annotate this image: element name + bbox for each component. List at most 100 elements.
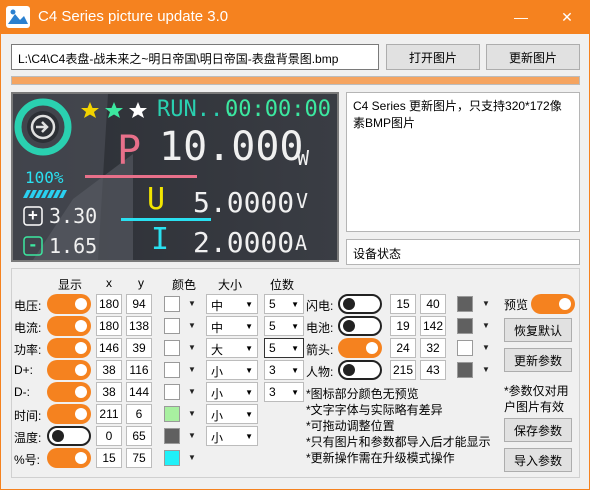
icon-color-swatch[interactable]	[457, 362, 473, 378]
digits-dropdown[interactable]: 3 ▼	[264, 360, 304, 380]
digits-dropdown[interactable]: 5 ▼	[264, 316, 304, 336]
color-swatch[interactable]	[164, 384, 180, 400]
x-input[interactable]: 0	[96, 426, 122, 446]
show-toggle[interactable]	[47, 426, 91, 446]
icon-show-toggle[interactable]	[338, 360, 382, 380]
x-input[interactable]: 146	[96, 338, 122, 358]
save-params-button[interactable]: 保存参数	[504, 418, 572, 442]
size-dropdown[interactable]: 小 ▼	[206, 382, 258, 402]
color-swatch[interactable]	[164, 340, 180, 356]
digits-dropdown[interactable]: 5 ▼	[264, 294, 304, 314]
size-dropdown[interactable]: 中 ▼	[206, 294, 258, 314]
import-params-button[interactable]: 导入参数	[504, 448, 572, 472]
minimize-button[interactable]: —	[498, 0, 544, 34]
chevron-down-icon: ▼	[245, 388, 253, 397]
icon-y-input[interactable]: 142	[420, 316, 446, 336]
icon-y-input[interactable]: 43	[420, 360, 446, 380]
color-dropdown-arrow[interactable]: ▼	[188, 321, 196, 330]
device-status-box: 设备状态	[346, 239, 580, 265]
minus-value: 1.65	[49, 234, 98, 258]
x-input[interactable]: 38	[96, 382, 122, 402]
hint-note: *更新操作需在升级模式操作	[306, 451, 455, 465]
color-swatch[interactable]	[164, 296, 180, 312]
percent-readout: 100%	[25, 168, 64, 187]
y-input[interactable]: 138	[126, 316, 152, 336]
size-dropdown[interactable]: 大 ▼	[206, 338, 258, 358]
icon-show-toggle[interactable]	[338, 338, 382, 358]
show-toggle[interactable]	[47, 360, 91, 380]
color-dropdown-arrow[interactable]: ▼	[188, 343, 196, 352]
update-params-button[interactable]: 更新参数	[504, 348, 572, 372]
x-input[interactable]: 15	[96, 448, 122, 468]
show-toggle[interactable]	[47, 404, 91, 424]
y-input[interactable]: 94	[126, 294, 152, 314]
icon-x-input[interactable]: 215	[390, 360, 416, 380]
y-input[interactable]: 144	[126, 382, 152, 402]
color-swatch[interactable]	[164, 428, 180, 444]
chevron-down-icon: ▼	[291, 322, 299, 331]
x-input[interactable]: 38	[96, 360, 122, 380]
file-path-field[interactable]: L:\C4\C4表盘-战未来之~明日帝国\明日帝国-表盘背景图.bmp	[11, 44, 379, 70]
color-swatch[interactable]	[164, 450, 180, 466]
x-input[interactable]: 180	[96, 294, 122, 314]
update-image-button[interactable]: 更新图片	[486, 44, 580, 70]
x-input[interactable]: 180	[96, 316, 122, 336]
dial-preview-screen[interactable]: + - RUN... 00:00:00 P 10.000 W 100% U 5.…	[11, 92, 339, 262]
color-dropdown-arrow[interactable]: ▼	[188, 387, 196, 396]
color-dropdown-arrow[interactable]: ▼	[188, 365, 196, 374]
y-input[interactable]: 75	[126, 448, 152, 468]
icon-color-swatch[interactable]	[457, 340, 473, 356]
x-input[interactable]: 211	[96, 404, 122, 424]
show-toggle[interactable]	[47, 294, 91, 314]
timer-readout: 00:00:00	[225, 97, 331, 122]
color-swatch[interactable]	[164, 406, 180, 422]
icon-x-input[interactable]: 15	[390, 294, 416, 314]
color-dropdown-arrow[interactable]: ▼	[188, 409, 196, 418]
row-label: 温度:	[14, 431, 42, 445]
y-input[interactable]: 65	[126, 426, 152, 446]
color-dropdown-arrow[interactable]: ▼	[188, 453, 196, 462]
y-input[interactable]: 6	[126, 404, 152, 424]
size-dropdown[interactable]: 中 ▼	[206, 316, 258, 336]
color-swatch[interactable]	[164, 318, 180, 334]
show-toggle[interactable]	[47, 382, 91, 402]
digits-value: 3	[269, 385, 276, 399]
show-toggle[interactable]	[47, 338, 91, 358]
close-button[interactable]: ✕	[544, 0, 590, 34]
hint-note: *可拖动调整位置	[306, 419, 395, 433]
icon-show-toggle[interactable]	[338, 316, 382, 336]
preview-toggle[interactable]	[531, 294, 575, 314]
digits-dropdown[interactable]: 3 ▼	[264, 382, 304, 402]
icon-color-dropdown-arrow[interactable]: ▼	[482, 299, 490, 308]
i-unit: A	[295, 231, 308, 255]
plus-value: 3.30	[49, 204, 98, 228]
icon-color-dropdown-arrow[interactable]: ▼	[482, 343, 490, 352]
row-label: 电压:	[14, 299, 42, 313]
icon-x-input[interactable]: 19	[390, 316, 416, 336]
size-dropdown[interactable]: 小 ▼	[206, 426, 258, 446]
icon-y-input[interactable]: 32	[420, 338, 446, 358]
y-input[interactable]: 39	[126, 338, 152, 358]
size-value: 大	[211, 343, 224, 357]
icon-color-swatch[interactable]	[457, 318, 473, 334]
icon-show-toggle[interactable]	[338, 294, 382, 314]
show-toggle[interactable]	[47, 316, 91, 336]
show-toggle[interactable]	[47, 448, 91, 468]
color-dropdown-arrow[interactable]: ▼	[188, 431, 196, 440]
icon-y-input[interactable]: 40	[420, 294, 446, 314]
size-dropdown[interactable]: 小 ▼	[206, 360, 258, 380]
restore-defaults-button[interactable]: 恢复默认	[504, 318, 572, 342]
open-image-button[interactable]: 打开图片	[386, 44, 480, 70]
size-value: 中	[211, 299, 224, 313]
icon-x-input[interactable]: 24	[390, 338, 416, 358]
y-input[interactable]: 116	[126, 360, 152, 380]
chevron-down-icon: ▼	[245, 410, 253, 419]
size-dropdown[interactable]: 小 ▼	[206, 404, 258, 424]
icon-color-swatch[interactable]	[457, 296, 473, 312]
digits-dropdown[interactable]: 5 ▼	[264, 338, 304, 358]
color-dropdown-arrow[interactable]: ▼	[188, 299, 196, 308]
icon-color-dropdown-arrow[interactable]: ▼	[482, 321, 490, 330]
icon-color-dropdown-arrow[interactable]: ▼	[482, 365, 490, 374]
hint-note: *只有图片和参数都导入后才能显示	[306, 435, 491, 449]
color-swatch[interactable]	[164, 362, 180, 378]
